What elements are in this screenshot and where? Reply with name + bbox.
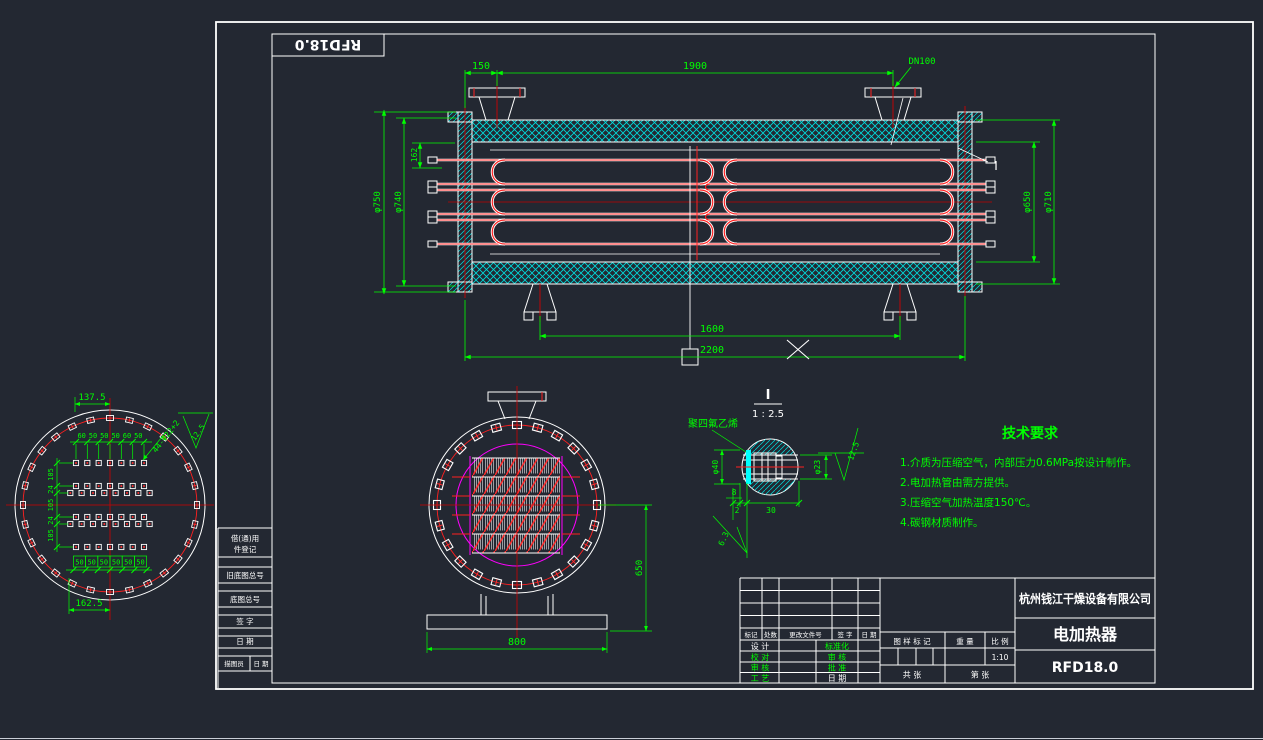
margin-row-date: 日 期 bbox=[236, 637, 253, 646]
dim-row-50d: 50 bbox=[134, 432, 142, 440]
detail-view: I 1 : 2.5 bbox=[688, 388, 864, 558]
ptfe-label: 聚四氟乙烯 bbox=[688, 417, 738, 430]
tech-req-item-3: 3.压缩空气加热温度150℃。 bbox=[900, 496, 1036, 509]
scale-value: 1:10 bbox=[992, 653, 1009, 662]
rev-header-sign: 签 字 bbox=[837, 630, 853, 639]
dim-1600: 1600 bbox=[700, 324, 724, 335]
sign-audit: 审 核 bbox=[751, 663, 770, 673]
detail-marker-label: I bbox=[994, 159, 998, 173]
dim-phi750: φ750 bbox=[373, 191, 383, 213]
dim-row-60a: 60 bbox=[77, 432, 85, 440]
dim-8: 8 bbox=[732, 488, 737, 497]
dim-phi740: φ740 bbox=[394, 191, 404, 213]
dim-phi23: φ23 bbox=[813, 460, 822, 475]
dim-1900: 1900 bbox=[683, 61, 707, 72]
dim-box-50f: 50 bbox=[136, 559, 144, 567]
dim-150: 150 bbox=[472, 61, 490, 72]
margin-table: 借(通)用 件登记 旧底图总号 底图总号 签 字 日 期 描图员 日 期 bbox=[218, 528, 272, 688]
break-symbol bbox=[787, 340, 809, 359]
dim-30: 30 bbox=[766, 506, 776, 515]
roughness-12-5-detail: 12.5 bbox=[846, 440, 861, 461]
sheet-total: 共 张 bbox=[903, 671, 922, 680]
dim-105b: 105 bbox=[47, 499, 55, 512]
main-assembly-view: I 150 1900 DN100 φ750 φ740 1 bbox=[373, 57, 1060, 365]
dim-phi40: φ40 bbox=[711, 460, 720, 475]
sign-review: 审 核 bbox=[828, 652, 847, 662]
sign-standard: 标准化 bbox=[825, 641, 849, 651]
dim-162-5: 162.5 bbox=[75, 599, 102, 609]
dim-row-60b: 60 bbox=[123, 432, 131, 440]
tube-sheet-dimensions bbox=[54, 397, 213, 614]
sign-process: 工 艺 bbox=[751, 674, 770, 683]
rev-header-count: 处数 bbox=[764, 630, 778, 639]
info-header-weight: 重 量 bbox=[956, 637, 974, 646]
margin-row-signature: 签 字 bbox=[236, 616, 253, 626]
sign-design: 设 计 bbox=[751, 641, 770, 651]
product-title: 电加热器 bbox=[1053, 625, 1118, 644]
dim-row-50a: 50 bbox=[89, 432, 97, 440]
tube-sheet-view: 137.5 60 50 50 50 60 50 105 24 105 24 10… bbox=[6, 393, 214, 620]
margin-row-borrow-2: 件登记 bbox=[234, 544, 257, 554]
detail-scale: 1 : 2.5 bbox=[752, 409, 784, 420]
dim-105a: 105 bbox=[47, 468, 55, 481]
cad-drawing-canvas[interactable]: RFD18.0 bbox=[0, 0, 1263, 740]
technical-requirements: 技术要求 1.介质为压缩空气，内部压力0.6MPa按设计制作。 2.电加热管由需… bbox=[900, 425, 1137, 529]
sign-approve: 批 准 bbox=[828, 663, 847, 673]
front-view: 800 650 bbox=[420, 386, 652, 653]
rev-header-mark: 标记 bbox=[745, 630, 759, 639]
coil-bundle bbox=[452, 456, 580, 555]
dim-box-50b: 50 bbox=[87, 559, 95, 567]
dim-box-50c: 50 bbox=[100, 559, 108, 567]
tech-req-title: 技术要求 bbox=[1002, 425, 1059, 442]
dim-24a: 24 bbox=[47, 485, 55, 493]
heating-elements bbox=[428, 146, 995, 260]
dim-2200: 2200 bbox=[700, 345, 724, 356]
margin-row-drawing-no: 底图总号 bbox=[230, 594, 260, 604]
margin-row-borrow-1: 借(通)用 bbox=[231, 533, 259, 543]
tech-req-item-1: 1.介质为压缩空气，内部压力0.6MPa按设计制作。 bbox=[900, 456, 1137, 469]
dim-box-50a: 50 bbox=[75, 559, 83, 567]
sheet-number: 第 张 bbox=[971, 670, 990, 680]
dim-phi710: φ710 bbox=[1044, 191, 1054, 213]
dim-box-50d: 50 bbox=[112, 559, 120, 567]
dim-162: 162 bbox=[410, 148, 419, 163]
margin-row-old-drawing-no: 旧底图总号 bbox=[226, 570, 264, 580]
dim-2: 2 bbox=[735, 506, 740, 515]
dim-row-50b: 50 bbox=[100, 432, 108, 440]
dim-phi650: φ650 bbox=[1023, 191, 1033, 213]
detail-title: I bbox=[766, 388, 771, 403]
dim-137-5: 137.5 bbox=[78, 393, 105, 403]
dim-105c: 105 bbox=[47, 529, 55, 542]
dim-box-50e: 50 bbox=[124, 559, 132, 567]
sign-date: 日 期 bbox=[828, 674, 847, 683]
dim-800: 800 bbox=[508, 637, 526, 648]
drawing-number: RFD18.0 bbox=[1052, 660, 1119, 676]
dim-650: 650 bbox=[635, 560, 645, 576]
tech-req-item-4: 4.碳钢材质制作。 bbox=[900, 516, 984, 529]
sheet-stamp: RFD18.0 bbox=[294, 36, 361, 52]
nozzle-dn100-label: DN100 bbox=[908, 57, 935, 67]
dim-row-50c: 50 bbox=[111, 432, 119, 440]
company-name: 杭州钱江干燥设备有限公司 bbox=[1019, 591, 1151, 606]
roughness-12-5-tubesheet: 12.5 bbox=[189, 423, 207, 443]
info-header-mark: 图 样 标 记 bbox=[893, 636, 931, 646]
dim-24b: 24 bbox=[47, 516, 55, 524]
rev-header-date: 日 期 bbox=[861, 631, 877, 639]
sign-check: 校 对 bbox=[751, 652, 770, 662]
margin-tracer-date: 日 期 bbox=[253, 660, 269, 668]
title-block: 杭州钱江干燥设备有限公司 电加热器 RFD18.0 标记 处数 更改文件号 签 … bbox=[740, 578, 1155, 683]
margin-tracer: 描图员 bbox=[224, 659, 244, 668]
rev-header-file: 更改文件号 bbox=[789, 630, 822, 639]
saddle-supports bbox=[524, 284, 916, 322]
cad-application-window: RFD18.0 bbox=[0, 0, 1263, 740]
tech-req-item-2: 2.电加热管由需方提供。 bbox=[900, 476, 1015, 489]
info-header-scale: 比 例 bbox=[991, 636, 1008, 646]
